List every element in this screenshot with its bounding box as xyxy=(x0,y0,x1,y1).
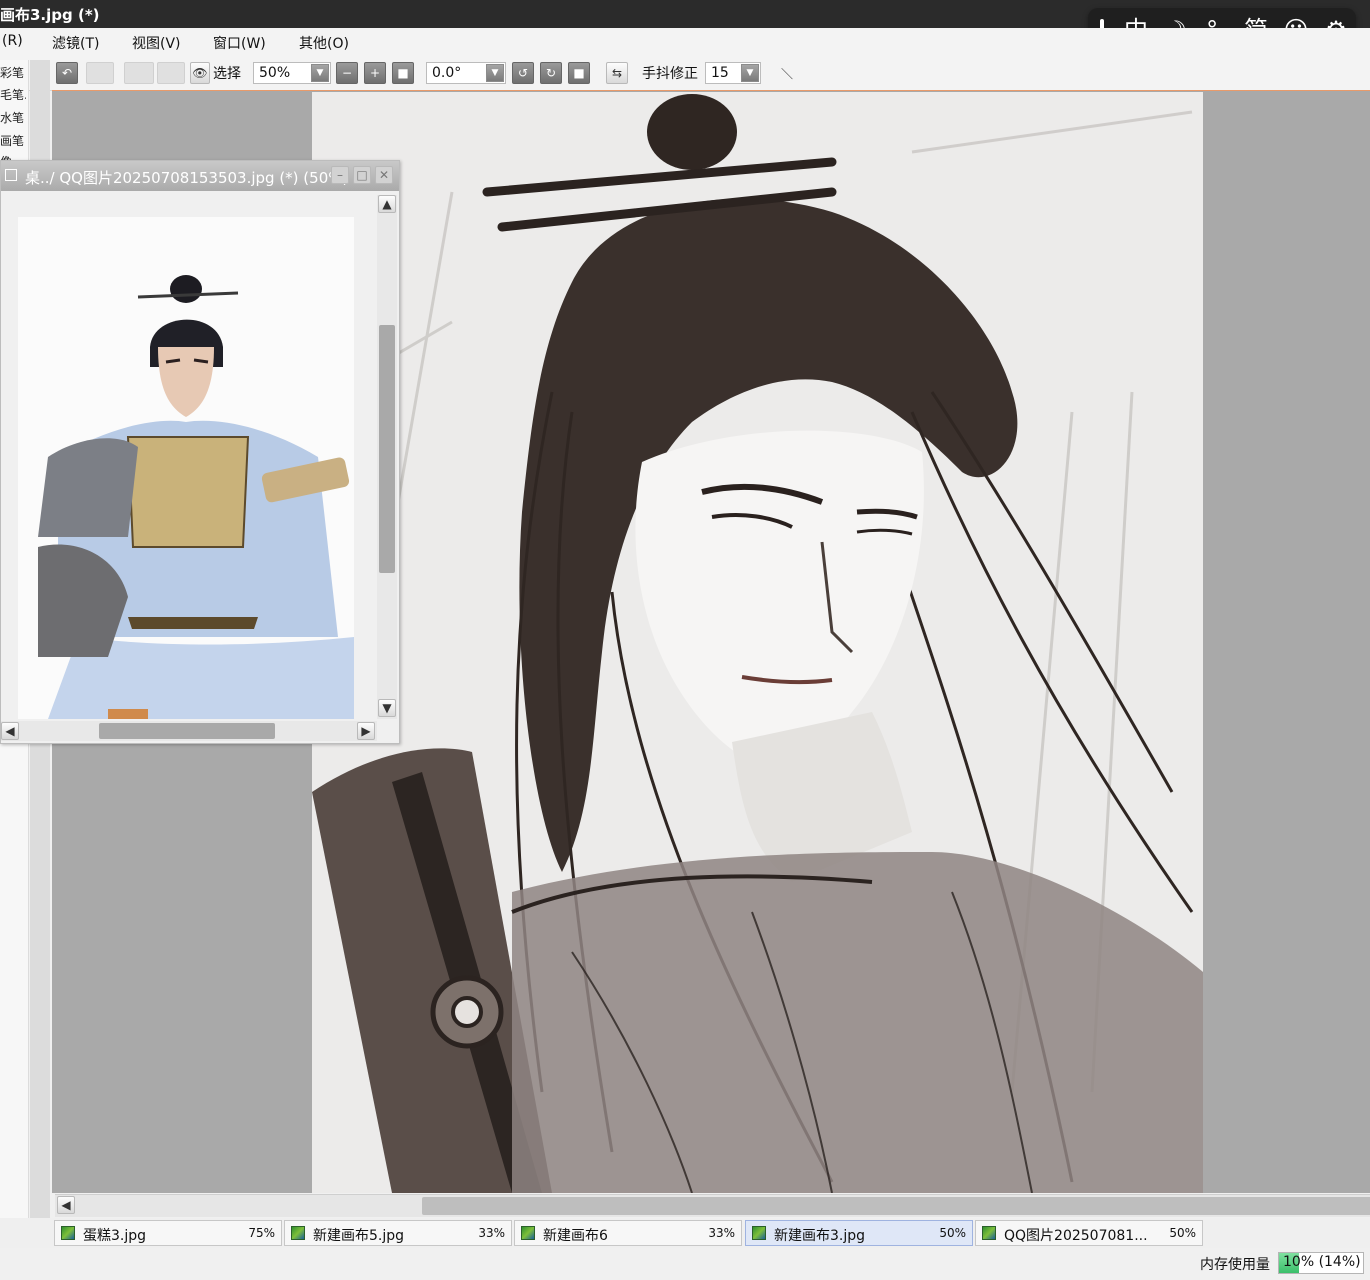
window-icon xyxy=(5,169,17,181)
navigator-title: 桌../ QQ图片20250708153503.jpg (*) (50%) xyxy=(25,169,349,187)
blank-button-1[interactable] xyxy=(124,62,154,84)
memory-label: 内存使用量 xyxy=(1200,1257,1270,1273)
tab-name: 新建画布5.jpg xyxy=(313,1228,405,1244)
navigator-title-bar[interactable]: 桌../ QQ图片20250708153503.jpg (*) (50%) – … xyxy=(1,161,399,191)
minimize-icon[interactable]: – xyxy=(331,166,349,184)
zoom-select[interactable]: 50% ▼ xyxy=(253,62,331,84)
eye-icon[interactable]: 👁 xyxy=(190,62,210,84)
chevron-down-icon[interactable]: ▼ xyxy=(486,64,504,82)
menu-item-view[interactable]: 视图(V) xyxy=(132,33,181,53)
memory-usage-meter: 10% (14%) xyxy=(1278,1252,1364,1274)
navigator-panel[interactable]: 桌../ QQ图片20250708153503.jpg (*) (50%) – … xyxy=(0,160,400,744)
scroll-up-button[interactable]: ▲ xyxy=(378,195,396,213)
tab-document-active[interactable]: 新建画布3.jpg 50% xyxy=(745,1220,973,1246)
tab-document[interactable]: 新建画布6 33% xyxy=(514,1220,742,1246)
scroll-left-button[interactable]: ◀ xyxy=(1,722,19,740)
canvas-artwork[interactable] xyxy=(312,92,1203,1193)
maximize-icon[interactable]: □ xyxy=(353,166,371,184)
zoom-value: 50% xyxy=(259,65,291,81)
tab-name: 新建画布3.jpg xyxy=(774,1228,866,1244)
rotate-right-button[interactable]: ↻ xyxy=(540,62,562,84)
navigator-horizontal-scrollbar[interactable]: ◀ ▶ xyxy=(1,721,377,741)
rotation-select[interactable]: 0.0° ▼ xyxy=(426,62,506,84)
zoom-in-button[interactable]: + xyxy=(364,62,386,84)
image-file-icon xyxy=(521,1226,535,1240)
canvas-horizontal-scrollbar[interactable]: ◀ xyxy=(55,1194,1370,1217)
close-icon[interactable]: ✕ xyxy=(375,166,393,184)
undo-button[interactable]: ↶ xyxy=(56,62,78,84)
zoom-out-button[interactable]: − xyxy=(336,62,358,84)
line-tool-icon[interactable]: ＼ xyxy=(776,62,798,84)
menu-item-r[interactable]: (R) xyxy=(2,33,23,49)
tab-name: 新建画布6 xyxy=(543,1228,608,1244)
rotate-left-button[interactable]: ↺ xyxy=(512,62,534,84)
flip-icon[interactable]: ⇆ xyxy=(606,62,628,84)
stabilizer-value: 15 xyxy=(711,65,729,81)
stabilizer-label: 手抖修正 xyxy=(642,66,698,82)
scroll-down-button[interactable]: ▼ xyxy=(378,699,396,717)
blank-button-2[interactable] xyxy=(157,62,185,84)
image-file-icon xyxy=(291,1226,305,1240)
chevron-down-icon[interactable]: ▼ xyxy=(741,64,759,82)
canvas-top-border xyxy=(52,90,1370,91)
sketch-illustration xyxy=(312,92,1203,1193)
scroll-left-button[interactable]: ◀ xyxy=(57,1196,75,1214)
tab-name: 蛋糕3.jpg xyxy=(83,1228,147,1244)
menu-item-filter[interactable]: 滤镜(T) xyxy=(52,33,99,53)
tab-document[interactable]: 蛋糕3.jpg 75% xyxy=(54,1220,282,1246)
scrollbar-thumb[interactable] xyxy=(422,1197,1370,1215)
scrollbar-thumb[interactable] xyxy=(379,325,395,573)
stabilizer-select[interactable]: 15 ▼ xyxy=(705,62,761,84)
reference-portrait xyxy=(18,217,354,719)
tab-zoom: 50% xyxy=(1169,1226,1196,1240)
select-label: 选择 xyxy=(213,66,241,82)
navigator-vertical-scrollbar[interactable]: ▲ ▼ xyxy=(377,195,397,719)
redo-button[interactable] xyxy=(86,62,114,84)
tab-name: QQ图片202507081... xyxy=(1004,1228,1148,1244)
toolbar: ▲ ↶ 👁 选择 50% ▼ − + ■ 0.0° ▼ ↺ ↻ ■ ⇆ 手抖修正… xyxy=(0,58,1370,91)
left-strip-item[interactable]: 毛笔... xyxy=(0,86,26,103)
left-strip-item[interactable]: 画笔 xyxy=(0,132,26,149)
left-strip-item[interactable]: 彩笔 xyxy=(0,64,26,81)
image-file-icon xyxy=(752,1226,766,1240)
tab-zoom: 75% xyxy=(248,1226,275,1240)
chevron-down-icon[interactable]: ▼ xyxy=(311,64,329,82)
menu-bar: (R) 滤镜(T) 视图(V) 窗口(W) 其他(O) xyxy=(0,28,1370,58)
scroll-right-button[interactable]: ▶ xyxy=(357,722,375,740)
tab-zoom: 50% xyxy=(939,1226,966,1240)
navigator-reference-image xyxy=(18,217,354,719)
window-title: 画布3.jpg (*) xyxy=(0,6,100,24)
menu-item-window[interactable]: 窗口(W) xyxy=(213,33,266,53)
rotation-value: 0.0° xyxy=(432,65,462,81)
rotate-reset-button[interactable]: ■ xyxy=(568,62,590,84)
image-file-icon xyxy=(982,1226,996,1240)
scrollbar-thumb[interactable] xyxy=(99,723,275,739)
tab-zoom: 33% xyxy=(708,1226,735,1240)
menu-item-other[interactable]: 其他(O) xyxy=(299,33,349,53)
status-bar: 内存使用量 10% (14%) xyxy=(0,1248,1370,1280)
zoom-reset-button[interactable]: ■ xyxy=(392,62,414,84)
tab-zoom: 33% xyxy=(478,1226,505,1240)
left-strip-item[interactable]: 水笔 xyxy=(0,109,26,126)
image-file-icon xyxy=(61,1226,75,1240)
tab-document[interactable]: 新建画布5.jpg 33% xyxy=(284,1220,512,1246)
tab-document[interactable]: QQ图片202507081... 50% xyxy=(975,1220,1203,1246)
memory-value: 10% (14%) xyxy=(1283,1254,1361,1270)
document-tab-bar: 蛋糕3.jpg 75% 新建画布5.jpg 33% 新建画布6 33% 新建画布… xyxy=(0,1218,1370,1248)
